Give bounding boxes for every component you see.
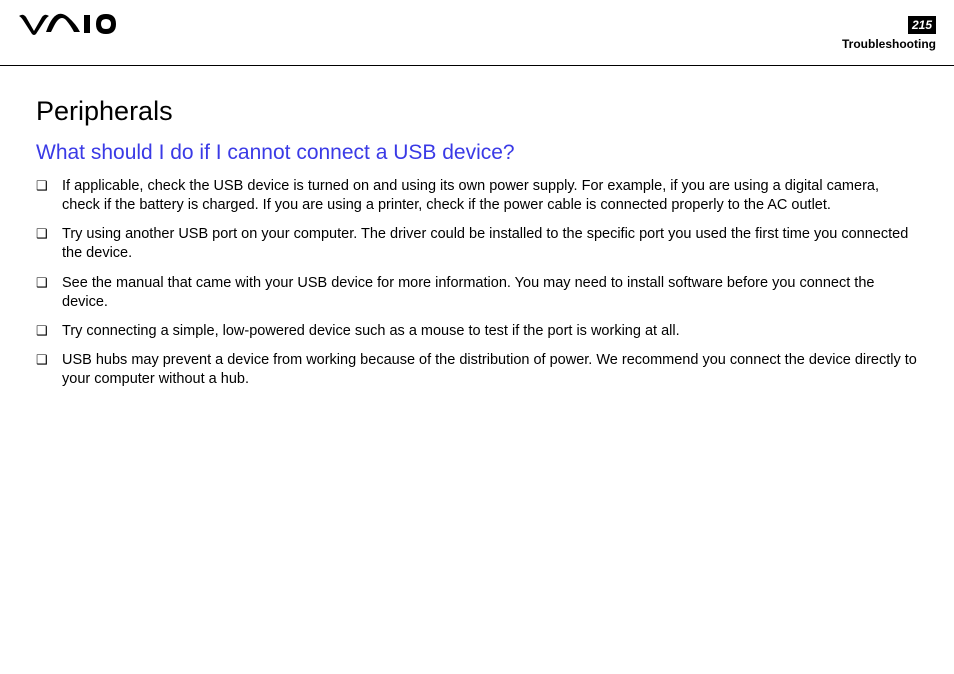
bullet-list: ❑ If applicable, check the USB device is…: [36, 177, 918, 389]
bullet-icon: ❑: [36, 177, 62, 195]
vaio-logo: [18, 12, 118, 36]
page-content: Peripherals What should I do if I cannot…: [0, 66, 954, 389]
list-item: ❑ USB hubs may prevent a device from wor…: [36, 351, 918, 389]
bullet-icon: ❑: [36, 274, 62, 292]
list-item-text: USB hubs may prevent a device from worki…: [62, 351, 918, 389]
list-item-text: See the manual that came with your USB d…: [62, 274, 918, 312]
section-label: Troubleshooting: [842, 37, 936, 51]
bullet-icon: ❑: [36, 225, 62, 243]
list-item: ❑ Try connecting a simple, low-powered d…: [36, 322, 918, 341]
list-item-text: Try connecting a simple, low-powered dev…: [62, 322, 918, 341]
list-item: ❑ See the manual that came with your USB…: [36, 274, 918, 312]
page-header: 215 Troubleshooting: [0, 0, 954, 66]
list-item: ❑ Try using another USB port on your com…: [36, 225, 918, 263]
header-right: 215 Troubleshooting: [842, 12, 936, 51]
bullet-icon: ❑: [36, 351, 62, 369]
list-item-text: Try using another USB port on your compu…: [62, 225, 918, 263]
bullet-icon: ❑: [36, 322, 62, 340]
page-number: 215: [908, 16, 936, 34]
page-title: Peripherals: [36, 96, 918, 127]
list-item-text: If applicable, check the USB device is t…: [62, 177, 918, 215]
list-item: ❑ If applicable, check the USB device is…: [36, 177, 918, 215]
page-subtitle: What should I do if I cannot connect a U…: [36, 141, 918, 165]
page-nav: 215: [908, 16, 936, 34]
